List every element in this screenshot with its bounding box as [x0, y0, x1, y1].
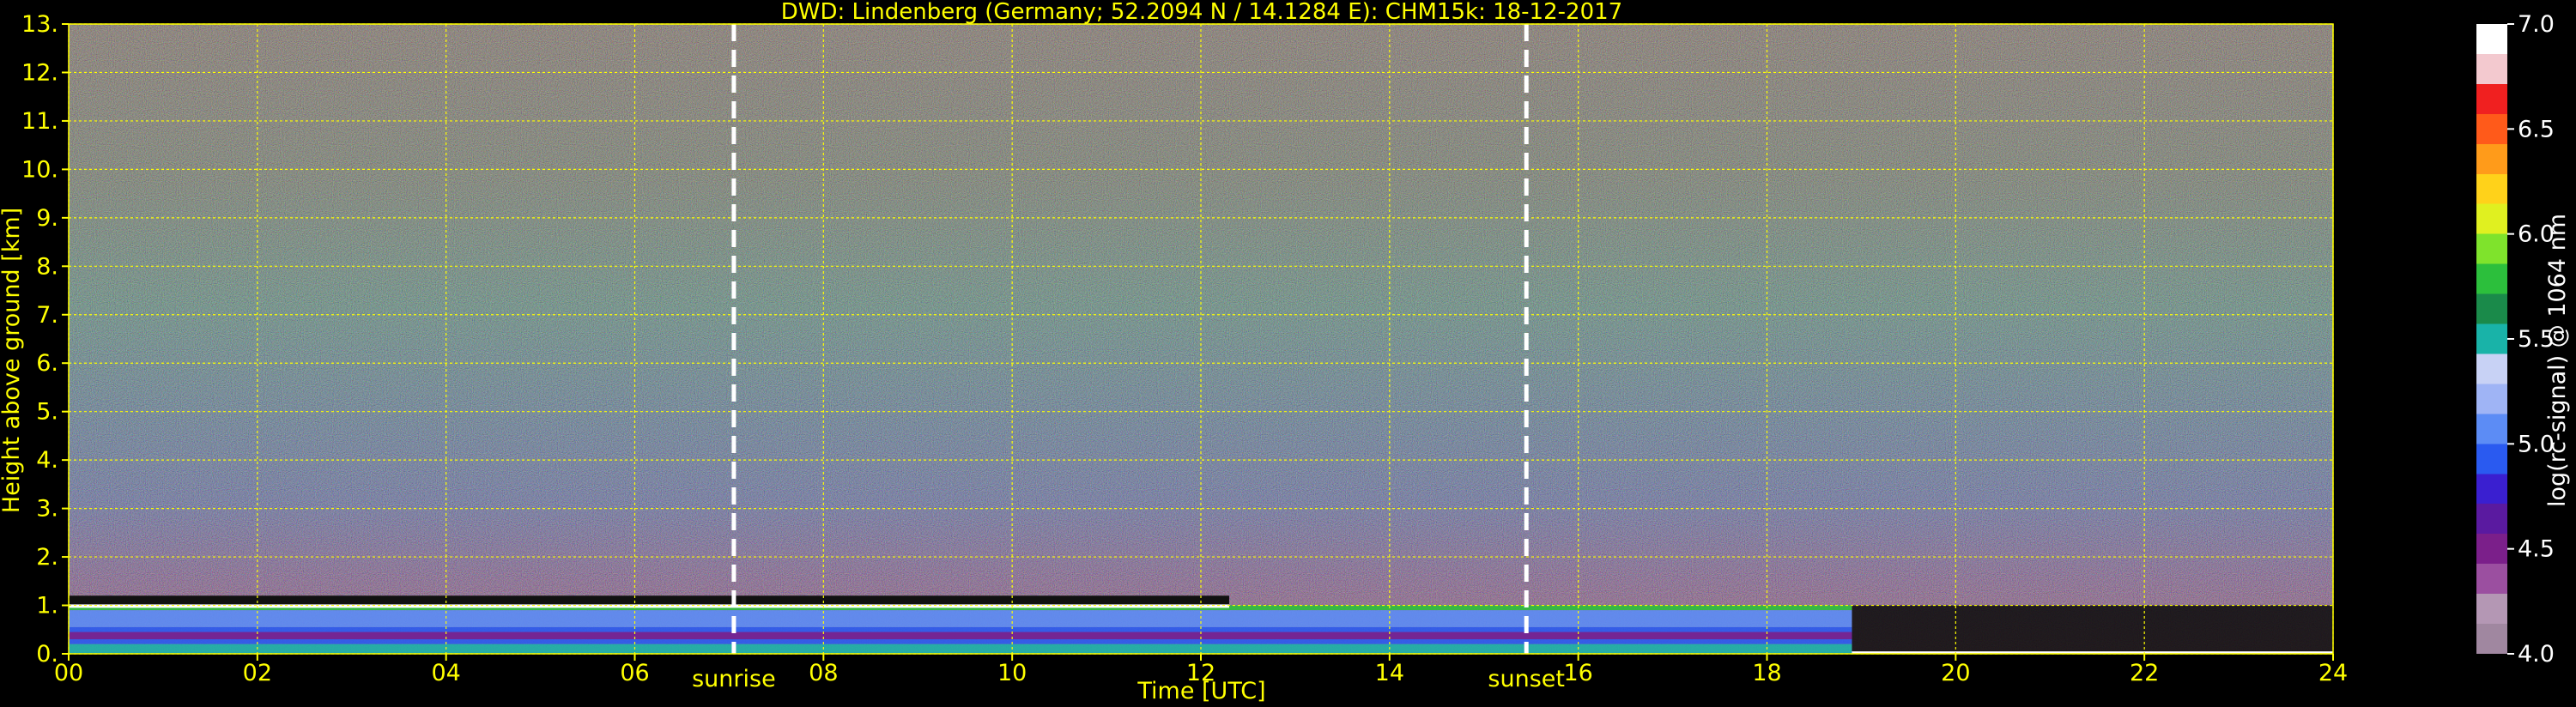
cloud-edge: [69, 604, 1229, 608]
x-tick-label: 16: [1563, 660, 1592, 686]
y-tick-label: 7.: [36, 302, 58, 329]
y-tick-label: 2.: [36, 544, 58, 571]
y-tick-label: 5.: [36, 399, 58, 426]
x-tick-label: 04: [431, 660, 460, 686]
event-label-sunrise: sunrise: [692, 666, 776, 692]
y-tick-label: 11.: [21, 108, 58, 135]
clear-low-region: [1852, 605, 2333, 654]
y-tick-label: 3.: [36, 496, 58, 523]
x-tick-label: 20: [1941, 660, 1970, 686]
colorbar-label: log(rc-signal) @ 1064 nm: [2544, 214, 2571, 507]
y-tick-label: 8.: [36, 253, 58, 280]
colorbar-tick-label: 7.0: [2518, 11, 2555, 38]
layer-band: [69, 631, 1852, 640]
y-tick-label: 9.: [36, 205, 58, 232]
colorbar: 4.04.55.05.56.06.57.0 log(rc-signal) @ 1…: [2476, 11, 2571, 668]
y-tick-label: 10.: [21, 156, 58, 183]
y-tick-label: 13.: [21, 11, 58, 38]
y-axis-ticks: 0. 1. 2. 3. 4. 5. 6. 7. 8. 9. 10. 11. 12. 13.: [21, 11, 69, 668]
colorbar-tick-label: 6.5: [2518, 116, 2555, 142]
colorbar-tick-label: 4.5: [2518, 536, 2555, 563]
x-tick-label: 10: [997, 660, 1027, 686]
colorbar-scale: [2476, 24, 2507, 654]
y-tick-label: 1.: [36, 593, 58, 619]
x-tick-label: 08: [809, 660, 838, 686]
x-tick-label: 06: [620, 660, 649, 686]
lidar-chart: DWD: Lindenberg (Germany; 52.2094 N / 14…: [0, 0, 2571, 704]
y-tick-label: 6.: [36, 350, 58, 377]
plot-area: [68, 23, 2334, 655]
layer-band: [69, 610, 1852, 627]
x-tick-label: 18: [1752, 660, 1781, 686]
x-tick-label: 14: [1375, 660, 1404, 686]
x-axis-label: Time [UTC]: [1136, 678, 1265, 704]
y-axis-label: Height above ground [km]: [0, 208, 25, 513]
x-tick-label: 02: [243, 660, 272, 686]
y-tick-label: 12.: [21, 59, 58, 86]
layer-band: [69, 644, 1852, 654]
event-label-sunset: sunset: [1488, 666, 1565, 692]
colorbar-tick-label: 4.0: [2518, 641, 2555, 668]
x-tick-label: 22: [2130, 660, 2159, 686]
cloud-band: [69, 595, 1229, 606]
chart-title: DWD: Lindenberg (Germany; 52.2094 N / 14…: [781, 0, 1622, 25]
y-tick-label: 0.: [36, 641, 58, 668]
y-tick-label: 4.: [36, 447, 58, 474]
x-tick-label: 24: [2318, 660, 2348, 686]
